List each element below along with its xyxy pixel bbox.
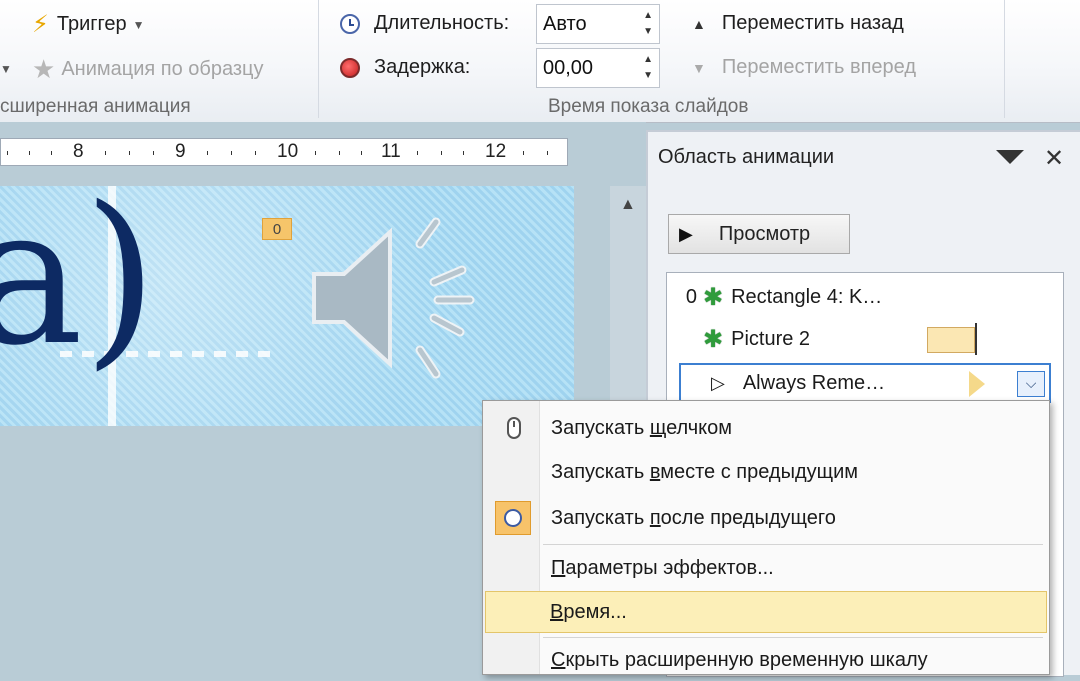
close-icon[interactable]: ✕ (1044, 144, 1064, 173)
menu-item-effect-options[interactable]: Параметры эффектов... (485, 547, 1047, 589)
media-play-icon: ▷ (711, 372, 725, 393)
play-icon: ▶ (679, 223, 693, 244)
move-later-button[interactable]: ▼ Переместить вперед (692, 56, 916, 79)
spin-arrows-icon[interactable]: ▲ ▼ (643, 52, 653, 84)
delay-label: Задержка: (374, 56, 471, 78)
ribbon: ⚡ Триггер ▼ ▼ ★ Анимация по образцу сшир… (0, 0, 1080, 123)
animation-painter-button[interactable]: ★ Анимация по образцу (32, 54, 264, 85)
ruler-tick (29, 151, 30, 155)
ruler-tick (463, 151, 464, 155)
preview-label: Просмотр (718, 222, 811, 245)
menu-item-start-on-click[interactable]: Запускать щелчком (485, 407, 1047, 449)
move-earlier-button[interactable]: ▲ Переместить назад (692, 12, 904, 35)
chevron-down-icon: ⌵ (1025, 375, 1037, 391)
context-menu: Запускать щелчком Запускать вместе с пре… (482, 400, 1050, 675)
ruler-tick (441, 151, 442, 155)
ruler-tick (51, 151, 52, 155)
ruler-number: 12 (485, 141, 507, 162)
clock-icon (495, 501, 531, 535)
triangle-down-icon: ▼ (692, 59, 706, 76)
ruler-tick (361, 151, 362, 155)
duration-value: Авто (543, 12, 587, 35)
ruler-tick (105, 151, 106, 155)
menu-item-label: Запускать вместе с предыдущим (551, 460, 859, 483)
menu-item-label: Время... (550, 600, 627, 623)
duration-label: Длительность: (374, 12, 510, 34)
ruler-tick (231, 151, 232, 155)
duration-field[interactable]: Авто ▲ ▼ (536, 4, 660, 44)
mouse-icon (507, 417, 521, 439)
preview-button[interactable]: ▶ Просмотр (668, 214, 850, 254)
entrance-star-icon: ✱ (703, 283, 724, 311)
timeline-trigger-marker (969, 371, 985, 397)
menu-item-timing[interactable]: Время... (485, 591, 1047, 633)
trigger-button[interactable]: ⚡ Триггер ▼ (32, 10, 145, 39)
delay-field[interactable]: 00,00 ▲ ▼ (536, 48, 660, 88)
ruler-tick (417, 151, 418, 155)
delay-icon (340, 57, 360, 78)
entrance-star-icon: ✱ (703, 325, 724, 353)
ruler-tick (255, 151, 256, 155)
menu-item-start-with-previous[interactable]: Запускать вместе с предыдущим (485, 451, 1047, 493)
menu-item-label: Запускать после предыдущего (551, 506, 836, 529)
chevron-down-icon[interactable]: ▼ (0, 62, 12, 76)
chevron-down-icon: ▼ (132, 17, 145, 32)
move-later-label: Переместить вперед (721, 56, 916, 78)
ruler-tick (523, 151, 524, 155)
ruler-tick (547, 151, 548, 155)
menu-item-label: Запускать щелчком (551, 416, 733, 439)
animation-item-selected[interactable]: ▷ Always Reme… ⌵ (679, 363, 1051, 403)
animation-painter-label: Анимация по образцу (61, 58, 264, 80)
item-dropdown-button[interactable]: ⌵ (1017, 371, 1045, 397)
timeline-bar[interactable] (927, 327, 975, 353)
group-divider (1004, 0, 1005, 118)
ruler-tick (7, 151, 8, 155)
timing-group-label: Время показа слайдов (548, 96, 749, 117)
ruler-number: 10 (277, 141, 299, 162)
ruler-tick (129, 151, 130, 155)
move-earlier-label: Переместить назад (721, 12, 904, 34)
pane-options-icon[interactable] (996, 150, 1024, 164)
duration-row: Длительность: (340, 12, 509, 35)
animation-order-badge[interactable]: 0 (262, 218, 292, 240)
delay-row: Задержка: (340, 56, 470, 79)
animation-label: Rectangle 4: K… (731, 285, 883, 308)
pane-title: Область анимации (658, 146, 835, 168)
menu-separator (543, 544, 1043, 545)
delay-value: 00,00 (543, 56, 594, 79)
menu-item-start-after-previous[interactable]: Запускать после предыдущего (485, 497, 1047, 539)
spin-arrows-icon[interactable]: ▲ ▼ (643, 8, 653, 40)
ruler-tick (339, 151, 340, 155)
group-divider (318, 0, 319, 118)
menu-item-label: Параметры эффектов... (551, 556, 774, 579)
animation-item[interactable]: 0 ✱ Rectangle 4: K… (673, 277, 1069, 317)
star-icon: ★ (32, 54, 56, 84)
timeline-marker (975, 323, 977, 355)
ruler-number: 8 (73, 141, 84, 162)
ruler-tick (153, 151, 154, 155)
advanced-animation-group-label: сширенная анимация (0, 96, 191, 117)
ruler-number: 11 (381, 141, 401, 162)
clock-icon (340, 13, 360, 34)
trigger-label: Триггер (56, 13, 127, 35)
animation-item[interactable]: ✱ Picture 2 (673, 319, 1069, 359)
slide-text[interactable]: a) (0, 186, 157, 387)
menu-separator (543, 637, 1043, 638)
ruler-number: 9 (175, 141, 186, 162)
triangle-up-icon: ▲ (692, 15, 706, 32)
animation-label: Picture 2 (731, 327, 811, 350)
speaker-icon[interactable] (300, 214, 500, 384)
ruler-tick (315, 151, 316, 155)
ruler-tick (207, 151, 208, 155)
animation-label: Always Reme… (742, 371, 886, 394)
lightning-icon: ⚡ (32, 11, 49, 38)
animation-index: 0 (685, 285, 697, 308)
scroll-up-icon[interactable]: ▲ (620, 196, 636, 214)
menu-item-label: Скрыть расширенную временную шкалу (551, 648, 928, 671)
horizontal-ruler[interactable]: 8 9 10 11 12 (0, 138, 568, 166)
